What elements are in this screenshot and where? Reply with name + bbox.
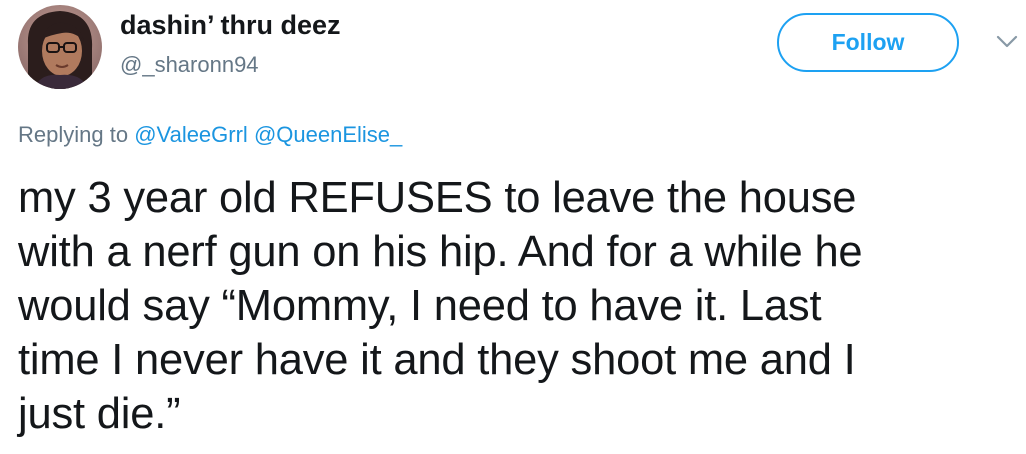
- replying-to-label: Replying to: [18, 122, 129, 147]
- tweet-text-line: just die.”: [18, 390, 181, 438]
- tweet-text: my 3 year old REFUSES to leave the house…: [18, 171, 1018, 441]
- mention-link[interactable]: @ValeeGrrl: [134, 122, 248, 147]
- follow-button[interactable]: Follow: [777, 13, 959, 72]
- tweet-text-line: with a nerf gun on his hip. And for a wh…: [18, 228, 863, 276]
- tweet-text-line: time I never have it and they shoot me a…: [18, 336, 856, 384]
- replying-to: Replying to @ValeeGrrl @QueenElise_: [18, 122, 402, 148]
- tweet-text-line: my 3 year old REFUSES to leave the house: [18, 174, 857, 222]
- display-name[interactable]: dashin’ thru deez: [120, 10, 341, 41]
- mention-link[interactable]: @QueenElise_: [254, 122, 402, 147]
- tweet-card: dashin’ thru deez @_sharonn94 Follow Rep…: [0, 0, 1026, 454]
- chevron-down-icon[interactable]: [996, 34, 1018, 50]
- user-handle[interactable]: @_sharonn94: [120, 52, 259, 78]
- avatar-image: [18, 5, 102, 89]
- avatar[interactable]: [18, 5, 102, 89]
- tweet-text-line: would say “Mommy, I need to have it. Las…: [18, 282, 822, 330]
